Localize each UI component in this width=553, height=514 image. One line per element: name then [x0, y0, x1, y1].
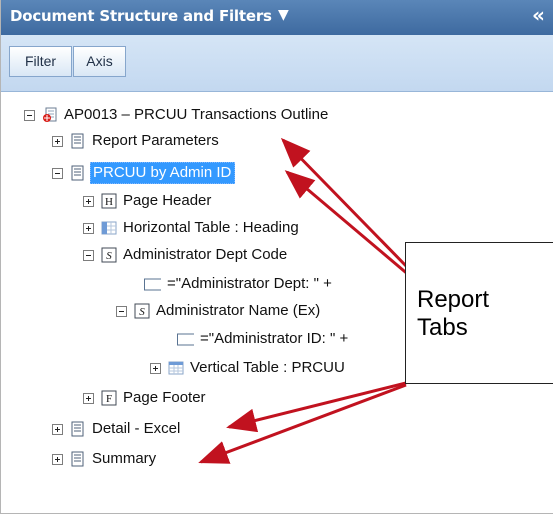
axis-button[interactable]: Axis — [73, 46, 126, 77]
tree-item-report-parameters[interactable]: Report Parameters — [52, 130, 222, 152]
expand-toggle-icon[interactable] — [52, 423, 63, 435]
tree-item-page-footer[interactable]: F Page Footer — [83, 387, 209, 409]
tree-item-label: Detail - Excel — [92, 420, 181, 437]
report-tabs-callout: Report Tabs — [405, 242, 553, 384]
vertical-table-icon — [168, 361, 184, 375]
horizontal-table-icon — [101, 221, 117, 235]
tree-item-label: Page Header — [123, 192, 212, 209]
tree-item-admin-dept-formula[interactable]: ="Administrator Dept: " + — [142, 273, 335, 295]
section-icon: S — [134, 303, 150, 319]
expand-toggle-icon[interactable] — [150, 362, 161, 374]
tree-item-admin-name[interactable]: S Administrator Name (Ex) — [116, 300, 323, 322]
report-tab-icon — [71, 133, 84, 149]
tree-item-admin-id-formula[interactable]: ="Administrator ID: " + — [175, 328, 351, 350]
filter-button[interactable]: Filter — [9, 46, 72, 77]
collapse-toggle-icon[interactable] — [24, 109, 35, 121]
tree-item-admin-dept-code[interactable]: S Administrator Dept Code — [83, 244, 290, 266]
collapse-toggle-icon[interactable] — [116, 305, 127, 317]
tree-item-summary[interactable]: Summary — [52, 448, 159, 470]
cell-icon — [177, 333, 194, 346]
tree-item-label: Administrator Name (Ex) — [156, 302, 321, 319]
filter-axis-toolbar: Filter Axis — [1, 35, 553, 92]
section-icon: S — [101, 247, 117, 263]
tree-item-detail-excel[interactable]: Detail - Excel — [52, 418, 183, 440]
svg-text:F: F — [106, 393, 112, 405]
expand-toggle-icon[interactable] — [52, 453, 63, 465]
tree-item-vertical-table[interactable]: Vertical Table : PRCUU — [150, 357, 348, 379]
tree-item-label: Vertical Table : PRCUU — [190, 359, 345, 376]
title-dropdown-icon[interactable]: ▼ — [278, 7, 289, 23]
svg-text:S: S — [106, 250, 112, 262]
panel-header: Document Structure and Filters ▼ « — [1, 0, 553, 35]
svg-text:H: H — [105, 196, 113, 208]
page-header-icon: H — [101, 193, 117, 209]
tree-item-label: Report Parameters — [92, 132, 219, 149]
expand-toggle-icon[interactable] — [52, 135, 63, 147]
callout-text: Report Tabs — [417, 286, 490, 341]
tree-root-item[interactable]: AP0013 – PRCUU Transactions Outline — [24, 104, 331, 126]
page-footer-icon: F — [101, 390, 117, 406]
tree-item-label: Page Footer — [123, 389, 206, 406]
arrow-detail-excel — [226, 381, 407, 433]
report-tab-icon — [71, 165, 84, 181]
tree-item-horizontal-table[interactable]: Horizontal Table : Heading — [83, 217, 302, 239]
expand-toggle-icon[interactable] — [83, 195, 94, 207]
panel-title: Document Structure and Filters — [10, 7, 272, 25]
tree-item-label: Summary — [92, 450, 157, 467]
expand-toggle-icon[interactable] — [83, 392, 94, 404]
tree-item-label: AP0013 – PRCUU Transactions Outline — [64, 106, 329, 123]
cell-icon — [144, 278, 161, 291]
report-tab-icon — [71, 421, 84, 437]
collapse-panel-icon[interactable]: « — [532, 4, 545, 26]
collapse-toggle-icon[interactable] — [83, 249, 94, 261]
tree-item-label: Horizontal Table : Heading — [123, 219, 299, 236]
arrow-summary — [198, 383, 407, 464]
tree-item-page-header[interactable]: H Page Header — [83, 190, 214, 212]
tree-item-prcuu-by-admin[interactable]: PRCUU by Admin ID — [52, 162, 236, 184]
svg-text:S: S — [139, 306, 145, 318]
expand-toggle-icon[interactable] — [83, 222, 94, 234]
collapse-toggle-icon[interactable] — [52, 167, 63, 179]
tree-item-label: PRCUU by Admin ID — [90, 162, 236, 184]
arrow-report-parameters — [280, 137, 412, 272]
document-structure-panel: Document Structure and Filters ▼ « Filte… — [0, 0, 553, 514]
document-report-icon — [43, 107, 57, 122]
tree-item-label: ="Administrator Dept: " + — [167, 275, 332, 292]
arrow-prcuu-by-admin — [284, 170, 411, 278]
tree-item-label: ="Administrator ID: " + — [200, 330, 349, 347]
tree-item-label: Administrator Dept Code — [123, 246, 288, 263]
report-tab-icon — [71, 451, 84, 467]
